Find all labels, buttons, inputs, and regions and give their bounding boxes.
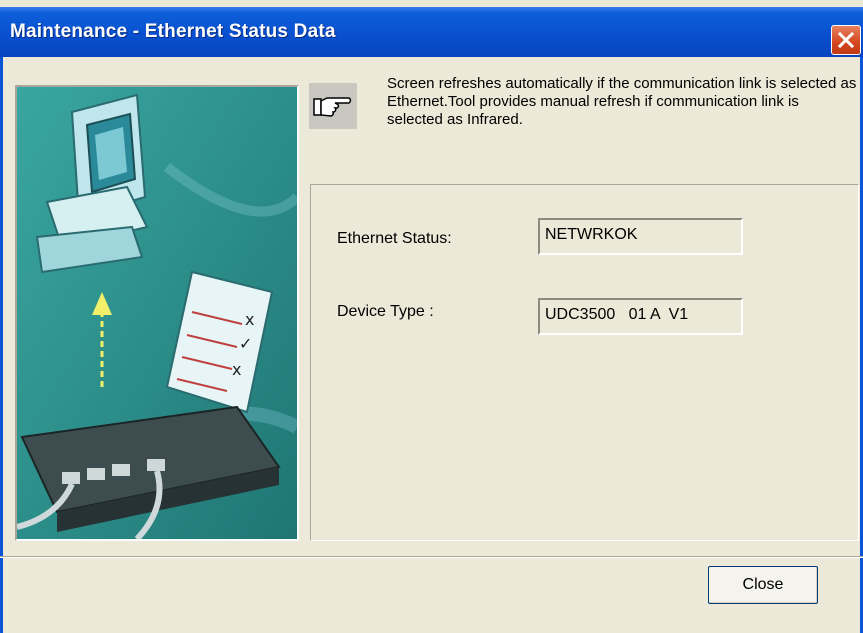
device-type-field: UDC3500 01 A V1 [538,298,743,335]
ethernet-status-label: Ethernet Status: [337,230,452,247]
pointing-hand-icon [309,83,357,129]
svg-text:x: x [232,360,241,379]
ethernet-status-field: NETWRKOK [538,218,743,255]
dialog-window: Maintenance - Ethernet Status Data x ✓ x… [0,0,863,633]
close-button[interactable]: Close [708,566,818,604]
window-border-left [0,57,3,633]
refresh-info-text: Screen refreshes automatically if the co… [387,75,857,128]
window-title: Maintenance - Ethernet Status Data [10,21,336,42]
close-icon [837,31,855,49]
title-bar[interactable]: Maintenance - Ethernet Status Data [0,7,863,57]
footer-divider [0,556,863,558]
device-type-label: Device Type : [337,303,434,320]
svg-text:x: x [245,310,254,329]
title-close-button[interactable] [831,25,861,55]
svg-text:✓: ✓ [239,334,252,353]
network-illustration: x ✓ x [15,85,299,541]
